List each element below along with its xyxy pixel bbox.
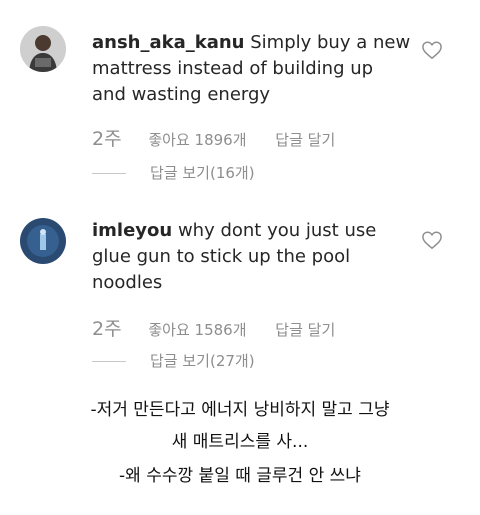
avatar-blue-icon xyxy=(20,218,66,264)
view-replies-label: 답글 보기(16개) xyxy=(150,164,255,182)
username[interactable]: ansh_aka_kanu xyxy=(92,32,245,53)
like-count[interactable]: 좋아요 1586개 xyxy=(148,321,246,339)
view-replies-button[interactable]: 답글 보기(16개) xyxy=(92,162,255,183)
view-replies-button[interactable]: 답글 보기(27개) xyxy=(92,350,255,371)
comment-meta: 2주 좋아요 1896개 답글 달기 xyxy=(92,124,335,151)
like-heart-icon[interactable] xyxy=(421,40,443,60)
username[interactable]: imleyou xyxy=(92,220,172,241)
reply-button[interactable]: 답글 달기 xyxy=(275,321,335,339)
like-count[interactable]: 좋아요 1896개 xyxy=(148,131,246,149)
view-replies-label: 답글 보기(27개) xyxy=(150,352,255,370)
avatar-person-icon xyxy=(20,26,66,72)
avatar[interactable] xyxy=(20,26,66,72)
comment-text-block: imleyou why dont you just use glue gun t… xyxy=(92,218,412,296)
avatar[interactable] xyxy=(20,218,66,264)
comment-text-block: ansh_aka_kanu Simply buy a new mattress … xyxy=(92,30,412,108)
timestamp[interactable]: 2주 xyxy=(92,128,122,150)
reply-button[interactable]: 답글 달기 xyxy=(275,131,335,149)
divider-line xyxy=(92,173,126,174)
caption-line-2: 새 매트리스를 사... xyxy=(171,432,309,452)
comment-meta: 2주 좋아요 1586개 답글 달기 xyxy=(92,314,335,341)
like-heart-icon[interactable] xyxy=(421,230,443,250)
caption-line-1: -저거 만든다고 에너지 낭비하지 말고 그냥 xyxy=(90,400,390,420)
timestamp[interactable]: 2주 xyxy=(92,318,122,340)
caption-line-3: -왜 수수깡 붙일 때 글루건 안 쓰냐 xyxy=(119,466,361,486)
divider-line xyxy=(92,361,126,362)
